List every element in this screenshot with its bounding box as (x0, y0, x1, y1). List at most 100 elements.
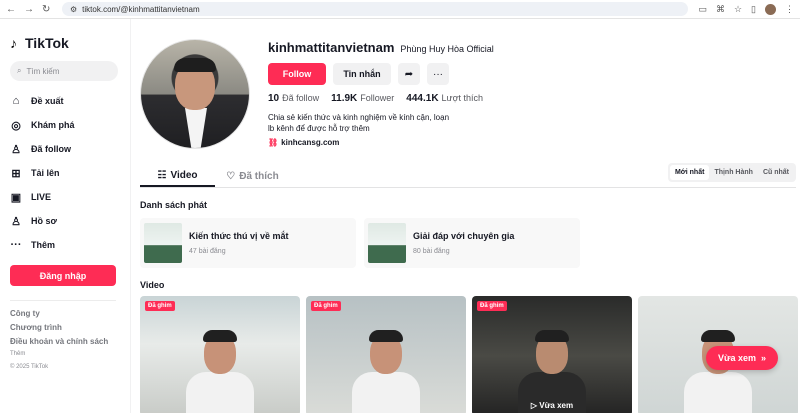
followers-stat[interactable]: 11.9K Follower (331, 93, 394, 104)
sidebar-item-label: Đề xuất (31, 96, 64, 106)
following-stat[interactable]: 10 Đã follow (268, 93, 319, 104)
footer-more-link[interactable]: Thêm (10, 351, 130, 357)
playlist-count: 80 bài đăng (413, 248, 450, 255)
upload-icon: ⊞ (11, 167, 21, 180)
browser-actions: ▭ ⌘ ☆ ▯ ⋮ (698, 3, 794, 15)
search-icon: ⌕ (17, 66, 22, 75)
playlists-title: Danh sách phát (140, 200, 208, 210)
sort-newest[interactable]: Mới nhất (669, 165, 710, 180)
playlist-list: Kiến thức thú vị về mắt 47 bài đăng Giải … (140, 218, 800, 268)
sidebar-item-label: Đã follow (31, 144, 71, 154)
playlist-card[interactable]: Giải đáp với chuyên gia 80 bài đăng (364, 218, 580, 268)
pinned-badge: Đã ghim (311, 301, 341, 311)
sidebar-item-label: LIVE (31, 192, 52, 202)
chevron-down-icon: » (761, 353, 767, 363)
following-icon: ♙ (11, 143, 21, 156)
sidebar-item-upload[interactable]: ⊞ Tải lên (10, 161, 130, 185)
extension-icon[interactable]: ▯ (751, 4, 756, 15)
profile-info: kinhmattitanvietnam Phùng Huy Hòa Offici… (268, 39, 494, 149)
logo-text: TikTok (25, 35, 69, 51)
profile-actions: Follow Tin nhắn ➦ ··· (268, 63, 494, 85)
footer-program-link[interactable]: Chương trình (10, 323, 130, 332)
sidebar-nav: ⌂ Đề xuất ◎ Khám phá ♙ Đã follow ⊞ Tải lên ▣ LIVE… (10, 89, 130, 257)
browser-nav: ← → ↻ (6, 4, 62, 15)
footer-copyright: © 2025 TikTok (10, 364, 49, 370)
playlist-title: Kiến thức thú vị về mắt (189, 231, 289, 241)
sidebar-item-home[interactable]: ⌂ Đề xuất (10, 89, 130, 113)
follow-button[interactable]: Follow (268, 63, 326, 85)
profile-header: kinhmattitanvietnam Phùng Huy Hòa Offici… (140, 39, 800, 149)
browser-profile-avatar[interactable] (765, 3, 776, 15)
link-icon: ⛓ (268, 138, 279, 147)
heart-icon: ♡ (226, 170, 236, 182)
forward-icon[interactable]: → (24, 4, 34, 15)
profile-nickname: Phùng Huy Hòa Official (400, 44, 494, 54)
playlist-count: 47 bài đăng (189, 248, 226, 255)
sidebar-item-following[interactable]: ♙ Đã follow (10, 137, 130, 161)
tab-video[interactable]: ☷ Video (140, 165, 215, 187)
sidebar-item-compass[interactable]: ◎ Khám phá (10, 113, 130, 137)
home-icon: ⌂ (12, 95, 20, 107)
footer-company-link[interactable]: Công ty (10, 309, 130, 318)
sidebar-item-label: Khám phá (31, 120, 75, 130)
profile-username: kinhmattitanvietnam (268, 40, 395, 55)
sidebar: ♪ TikTok ⌕ Tìm kiếm ⌂ Đề xuất ◎ Khám phá ♙ Đã… (0, 19, 131, 413)
playlist-title: Giải đáp với chuyên gia (413, 231, 515, 241)
videos-title: Video (140, 280, 165, 290)
playlist-thumbnail (144, 223, 182, 263)
sidebar-item-more[interactable]: ··· Thêm (10, 233, 130, 257)
video-card[interactable]: Đã ghim (140, 296, 300, 413)
more-options-icon[interactable]: ··· (427, 63, 449, 85)
profile-avatar[interactable] (140, 39, 250, 149)
tiktok-note-icon: ♪ (10, 35, 17, 51)
footer-terms-link[interactable]: Điều khoản và chính sách (10, 337, 130, 346)
pinned-badge: Đã ghim (145, 301, 175, 311)
tiktok-app: ♪ TikTok ⌕ Tìm kiếm ⌂ Đề xuất ◎ Khám phá ♙ Đã… (0, 19, 800, 413)
search-input[interactable]: ⌕ Tìm kiếm (10, 61, 118, 81)
login-button[interactable]: Đăng nhập (10, 265, 116, 286)
tiktok-logo[interactable]: ♪ TikTok (10, 35, 130, 51)
profile-tabs: ☷ Video ♡ Đã thích Mới nhất Thịnh Hành C… (140, 163, 796, 188)
recently-watched-button[interactable]: Vừa xem » (706, 346, 778, 370)
bio-line: lb kênh để được hỗ trợ thêm (268, 124, 370, 133)
bookmark-star-icon[interactable]: ☆ (734, 4, 742, 15)
address-bar[interactable]: ⚙ tiktok.com/@kinhmattitanvietnam (62, 2, 689, 16)
profile-icon: ♙ (11, 215, 21, 228)
cast-icon[interactable]: ▭ (698, 4, 707, 15)
more-icon: ··· (10, 239, 22, 251)
grid-icon: ☷ (157, 169, 167, 181)
live-icon: ▣ (10, 191, 22, 204)
translate-icon[interactable]: ⌘ (716, 4, 725, 15)
pinned-badge: Đã ghim (477, 301, 507, 311)
message-button[interactable]: Tin nhắn (333, 63, 391, 85)
sort-oldest[interactable]: Cũ nhất (758, 165, 794, 180)
video-card[interactable]: Đã ghim (306, 296, 466, 413)
sidebar-item-live[interactable]: ▣ LIVE (10, 185, 130, 209)
sidebar-item-label: Tải lên (31, 168, 60, 178)
sidebar-item-label: Thêm (31, 240, 56, 250)
browser-menu-icon[interactable]: ⋮ (785, 4, 794, 15)
bio-line: Chia sẻ kiến thức và kinh nghiệm về kính… (268, 113, 450, 122)
sort-toggle: Mới nhất Thịnh Hành Cũ nhất (667, 163, 796, 182)
video-grid: Đã ghim Đã ghim Đã ghim ▷ Vừa xem (140, 296, 800, 413)
profile-stats: 10 Đã follow 11.9K Follower 444.1K Lượt thí… (268, 93, 494, 104)
playlist-card[interactable]: Kiến thức thú vị về mắt 47 bài đăng (140, 218, 356, 268)
sidebar-item-label: Hồ sơ (31, 216, 57, 226)
compass-icon: ◎ (11, 119, 21, 132)
recently-watched-label: ▷ Vừa xem (530, 401, 574, 410)
back-icon[interactable]: ← (6, 4, 16, 15)
site-info-icon[interactable]: ⚙ (70, 5, 77, 14)
url-text: tiktok.com/@kinhmattitanvietnam (82, 4, 200, 14)
sidebar-item-profile[interactable]: ♙ Hồ sơ (10, 209, 130, 233)
browser-toolbar: ← → ↻ ⚙ tiktok.com/@kinhmattitanvietnam … (0, 0, 800, 19)
video-card[interactable]: Đã ghim ▷ Vừa xem (472, 296, 632, 413)
playlist-thumbnail (368, 223, 406, 263)
share-icon[interactable]: ➦ (398, 63, 420, 85)
tab-liked[interactable]: ♡ Đã thích (215, 165, 290, 187)
search-placeholder: Tìm kiếm (26, 66, 60, 76)
reload-icon[interactable]: ↻ (42, 4, 50, 15)
sort-popular[interactable]: Thịnh Hành (709, 165, 758, 180)
profile-link[interactable]: ⛓ kinhcansg.com (268, 138, 494, 147)
profile-link-text: kinhcansg.com (281, 138, 340, 147)
sidebar-divider (10, 300, 116, 301)
